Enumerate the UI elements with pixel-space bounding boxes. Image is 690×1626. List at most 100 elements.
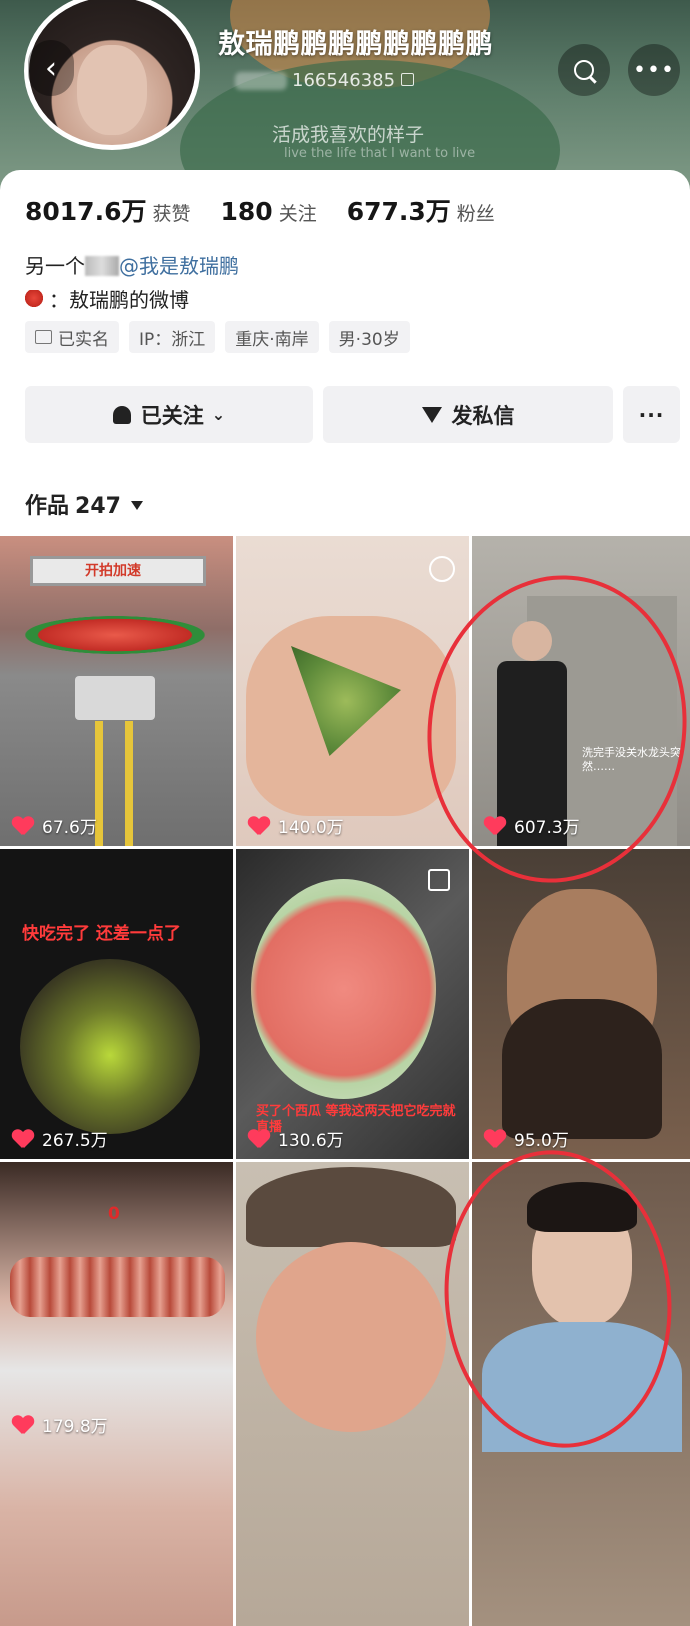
likes-count: 607.3万 [514, 818, 580, 838]
likes-badge: 130.6万 [248, 1126, 344, 1151]
head-shape [512, 621, 552, 661]
video-thumbnail[interactable]: 140.0万 [236, 536, 469, 846]
person-check-icon [112, 405, 131, 424]
likes-count: 67.6万 [42, 818, 97, 838]
profile-name: 敖瑞鹏鹏鹏鹏鹏鹏鹏鹏 [218, 29, 493, 60]
tag-ip: IP：浙江 [129, 321, 216, 353]
video-overlay-text: 快吃完了 还差一点了 [22, 924, 181, 944]
heart-icon [12, 1416, 34, 1434]
works-count: 247 [75, 494, 121, 519]
tag-gender-age-label: 男·30岁 [338, 329, 400, 350]
signature-en: live the life that I want to live [284, 146, 476, 161]
heart-icon [484, 1130, 506, 1148]
message-button[interactable]: 发私信 [323, 386, 613, 443]
melon-shape [20, 959, 200, 1134]
followers-count[interactable]: 677.3万 [347, 192, 451, 228]
heart-icon [12, 1130, 34, 1148]
likes-count: 95.0万 [514, 1131, 569, 1151]
likes-count: 179.8万 [42, 1417, 108, 1437]
id-card-icon [35, 330, 52, 344]
bio-prefix: 另一个 [25, 254, 85, 278]
heart-icon [248, 1130, 270, 1148]
watermelon-half-shape [251, 879, 436, 1099]
more-actions-button[interactable]: ··· [623, 386, 680, 443]
video-thumbnail[interactable] [236, 1162, 469, 1626]
following-count[interactable]: 180 [221, 197, 273, 226]
profile-card: 8017.6万 获赞 180 关注 677.3万 粉丝 另一个 @我是敖瑞鹏 ：敖瑞鹏的… [0, 170, 690, 1626]
copy-icon[interactable] [401, 73, 415, 86]
signature: 活成我喜欢的样子 [272, 124, 425, 146]
back-button[interactable]: ‹ [28, 40, 74, 96]
video-overlay-text: 开拍加速 [85, 563, 141, 579]
bio-weibo-text[interactable]: ：敖瑞鹏的微博 [49, 288, 189, 312]
robe-shape [482, 1322, 682, 1452]
video-thumbnail[interactable]: 95.0万 [472, 849, 690, 1159]
likes-badge: 607.3万 [484, 813, 580, 838]
video-thumbnail[interactable]: 开拍加速 67.6万 [0, 536, 233, 846]
chevron-left-icon: ‹ [45, 50, 57, 86]
tag-row: 已实名 IP：浙江 重庆·南岸 男·30岁 [25, 321, 420, 353]
watermelon-shape [25, 616, 205, 654]
video-thumbnail[interactable]: 洗完手没关水龙头突然…… 607.3万 [472, 536, 690, 846]
tag-location[interactable]: 重庆·南岸 [225, 321, 319, 353]
likes-badge: 95.0万 [484, 1126, 569, 1151]
likes-count[interactable]: 8017.6万 [25, 192, 146, 228]
likes-count: 130.6万 [278, 1131, 344, 1151]
car-shape [75, 676, 155, 720]
heart-icon [248, 817, 270, 835]
profile-id[interactable]: 166546385 [292, 70, 415, 91]
profile-id-text: 166546385 [292, 70, 396, 91]
following-label: 关注 [278, 203, 317, 225]
redacted-mosaic [85, 256, 119, 276]
stats-row: 8017.6万 获赞 180 关注 677.3万 粉丝 [25, 192, 525, 228]
followed-label: 已关注 [140, 403, 204, 428]
tag-location-label: 重庆·南岸 [235, 329, 309, 350]
likes-label: 获赞 [152, 203, 191, 225]
followers-label: 粉丝 [456, 203, 495, 225]
redacted-mask [235, 72, 287, 90]
tag-verified[interactable]: 已实名 [25, 321, 119, 353]
message-label: 发私信 [451, 403, 515, 428]
profile-header: ‹ 敖瑞鹏鹏鹏鹏鹏鹏鹏鹏 166546385 ••• 活成我喜欢的样子 live… [0, 0, 690, 190]
video-thumbnail[interactable]: 买了个西瓜 等我这两天把它吃完就直播 130.6万 [236, 849, 469, 1159]
bio-line-2: ：敖瑞鹏的微博 [25, 284, 189, 313]
video-overlay-text: 洗完手没关水龙头突然…… [582, 746, 681, 773]
likes-badge: 179.8万 [12, 1412, 108, 1437]
works-label: 作品 [25, 494, 70, 519]
gallery-icon [428, 869, 450, 891]
bacon-shape [10, 1257, 225, 1317]
chevron-down-icon: ⌄ [211, 405, 226, 424]
search-icon [574, 60, 594, 80]
tag-verified-label: 已实名 [58, 329, 109, 350]
tag-ip-label: IP：浙江 [139, 329, 206, 350]
more-dots-icon: ••• [633, 57, 675, 83]
weibo-icon [25, 290, 43, 310]
bio-line-1: 另一个 @我是敖瑞鹏 [25, 250, 239, 279]
beard-shape [502, 999, 662, 1139]
face-shape [256, 1242, 446, 1432]
more-dots-icon: ··· [638, 402, 665, 427]
hat-shape [246, 1167, 456, 1247]
search-button[interactable] [558, 44, 610, 96]
likes-badge: 67.6万 [12, 813, 97, 838]
video-thumbnail[interactable] [472, 1162, 690, 1626]
tag-gender-age: 男·30岁 [328, 321, 410, 353]
road-line [125, 721, 133, 846]
more-button[interactable]: ••• [628, 44, 680, 96]
hair-shape [527, 1182, 637, 1232]
likes-badge: 140.0万 [248, 813, 344, 838]
bio-mention-link[interactable]: @我是敖瑞鹏 [119, 254, 239, 278]
works-tab[interactable]: 作品 247 [25, 488, 143, 520]
live-photo-icon [429, 556, 455, 582]
caret-down-icon [130, 501, 143, 510]
likes-count: 140.0万 [278, 818, 344, 838]
likes-count: 267.5万 [42, 1131, 108, 1151]
video-overlay-text: 0 [108, 1204, 120, 1224]
heart-icon [484, 817, 506, 835]
video-thumbnail[interactable]: 0 179.8万 [0, 1162, 233, 1626]
send-icon [421, 406, 442, 423]
heart-icon [12, 817, 34, 835]
video-thumbnail[interactable]: 快吃完了 还差一点了 267.5万 [0, 849, 233, 1159]
followed-button[interactable]: 已关注 ⌄ [25, 386, 313, 443]
likes-badge: 267.5万 [12, 1126, 108, 1151]
